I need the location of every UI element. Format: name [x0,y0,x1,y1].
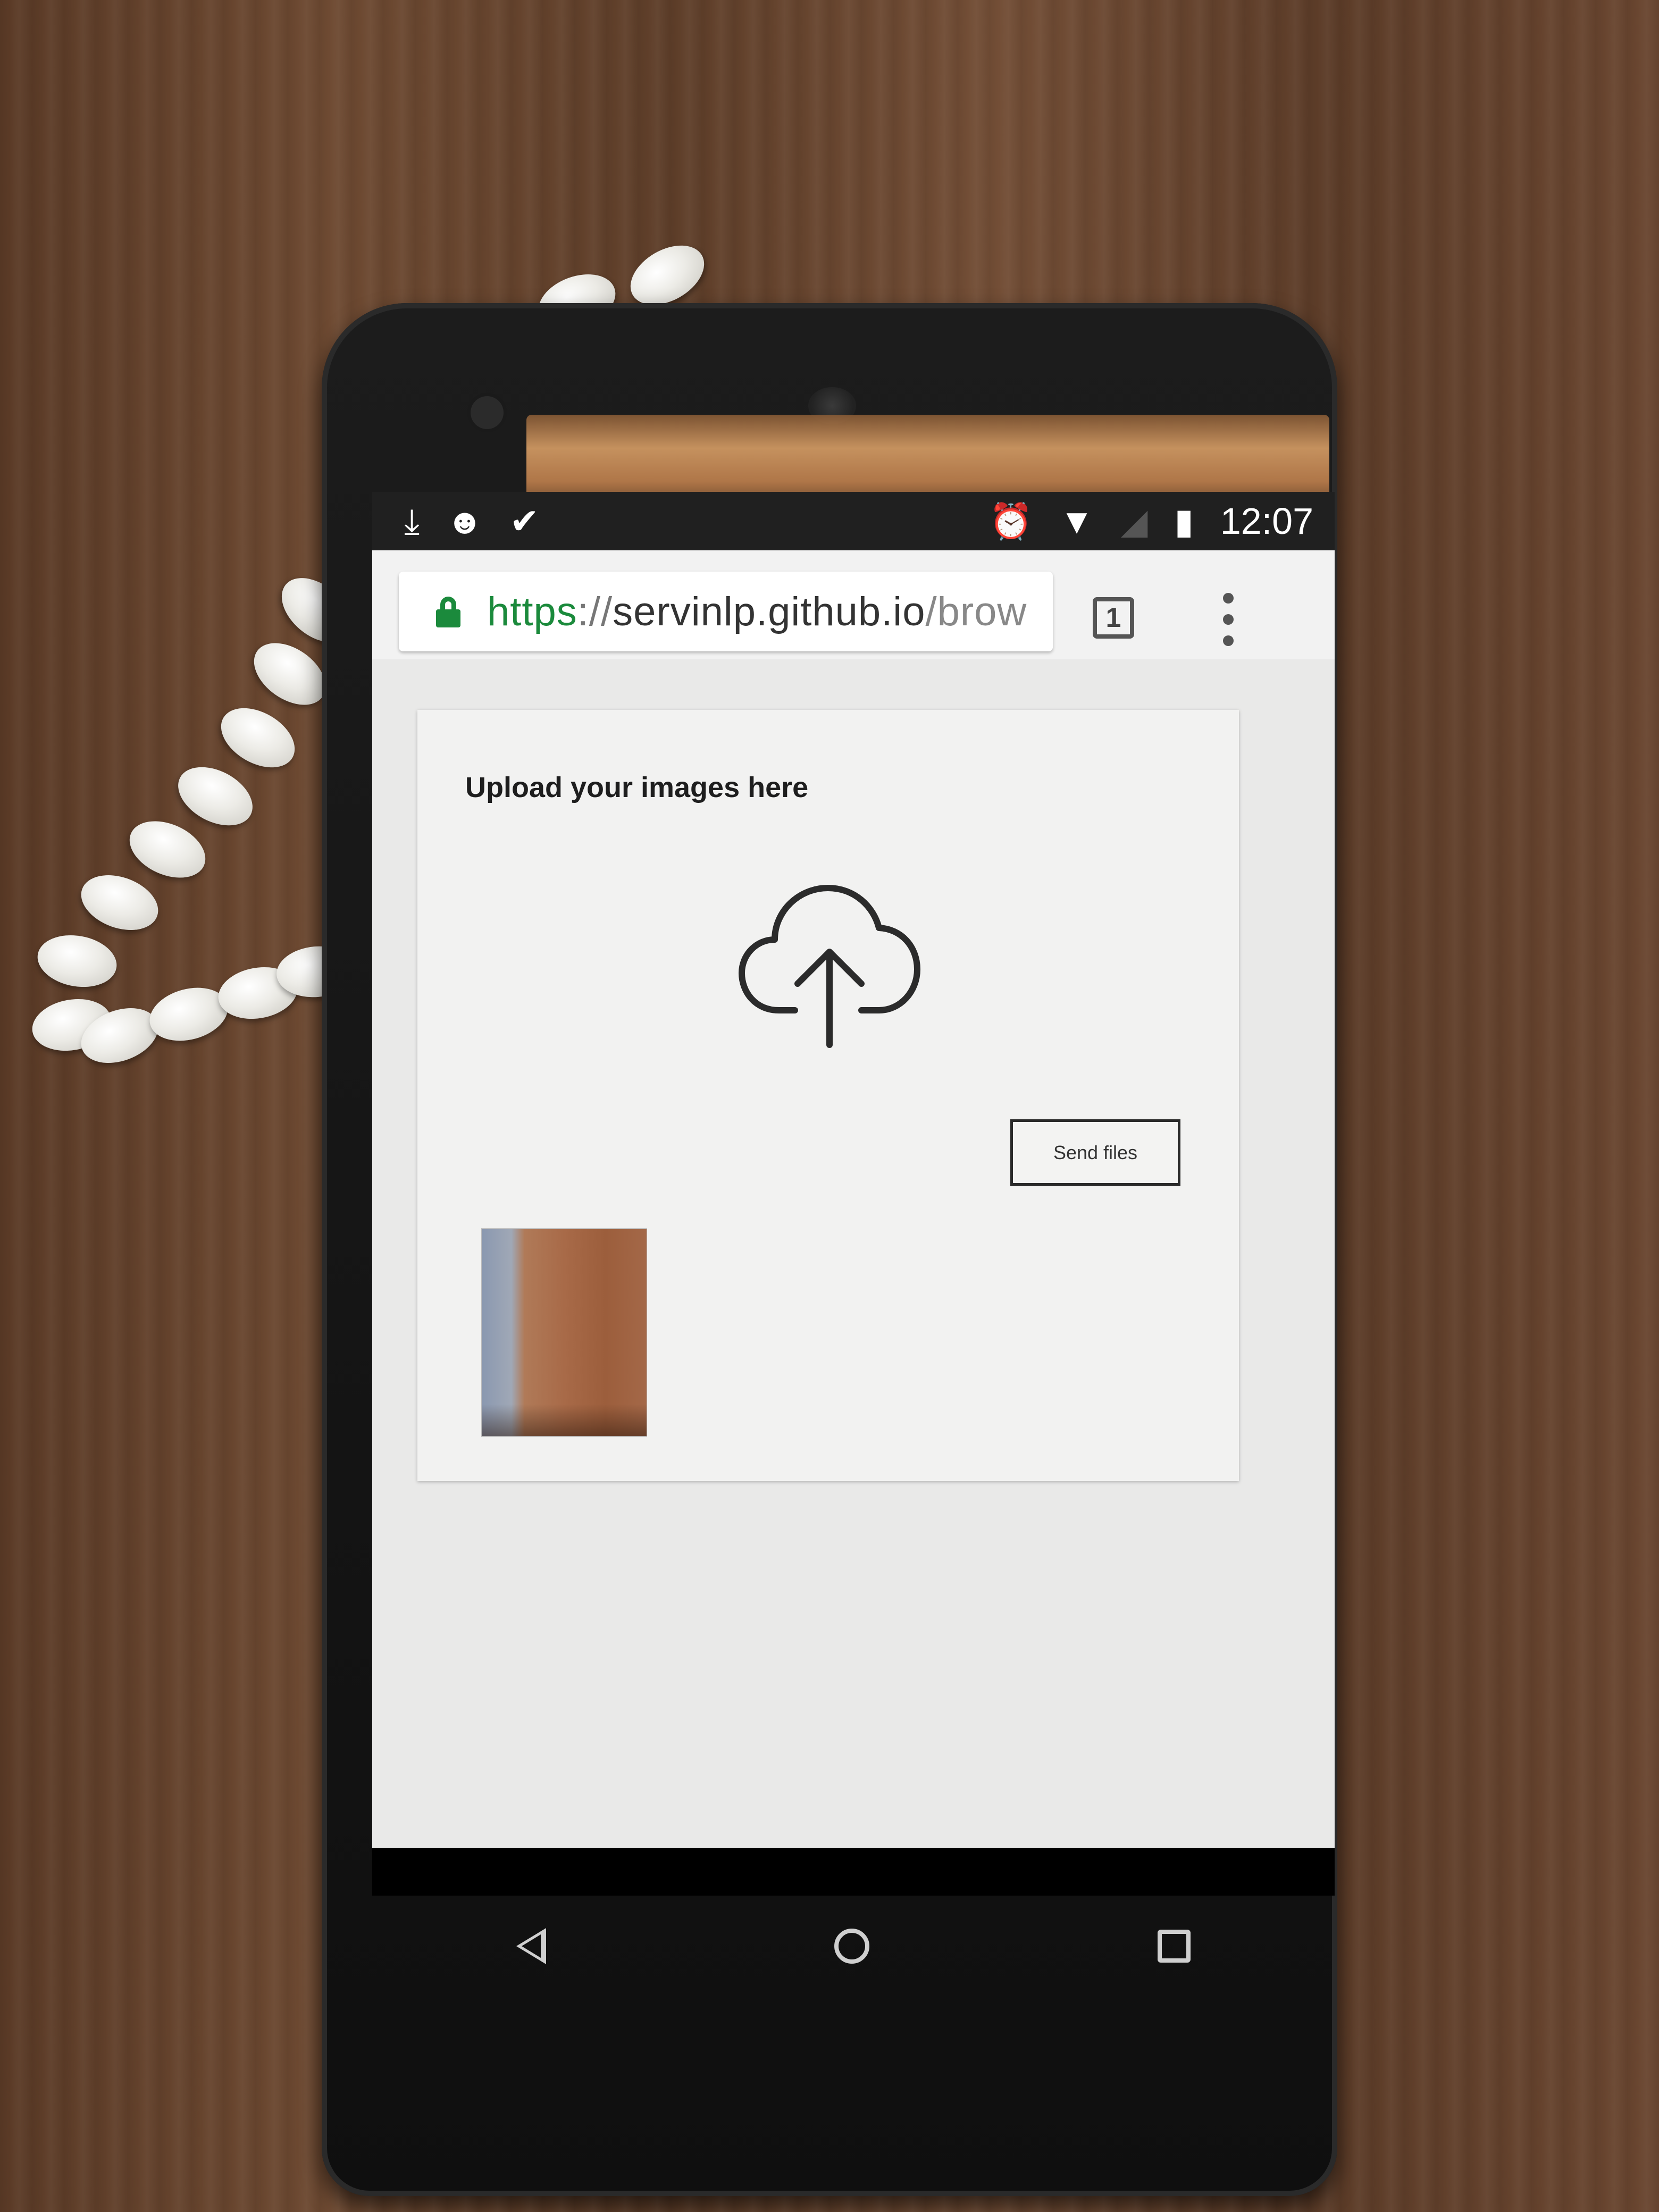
browser-toolbar: https://servinlp.github.io/brow 1 [372,550,1335,661]
cloud-upload-icon[interactable] [736,875,923,1050]
page-title: Upload your images here [465,772,809,803]
status-bar: ⤓ ☻ ✔ ⏰ ▼ ◢ ▮ 12:07 [372,492,1335,550]
phone-screen: ⤓ ☻ ✔ ⏰ ▼ ◢ ▮ 12:07 https://servinlp.git… [372,492,1335,1896]
status-time: 12:07 [1220,500,1313,542]
alarm-icon: ⏰ [989,501,1033,541]
back-icon[interactable] [516,1928,546,1964]
lock-icon [436,597,460,627]
menu-dot-icon [1223,593,1234,604]
image-thumbnail[interactable] [481,1228,647,1437]
download-icon: ⤓ [404,501,420,541]
recent-apps-icon[interactable] [1158,1930,1191,1963]
overflow-menu-button[interactable] [1218,593,1239,646]
menu-dot-icon [1223,635,1234,646]
url-text: https://servinlp.github.io/brow [487,589,1027,634]
page-content: Upload your images here Send files [372,659,1335,1848]
home-icon[interactable] [834,1929,869,1964]
upload-card: Upload your images here Send files [417,710,1239,1481]
navigation-bar [372,1896,1335,1997]
front-camera [471,396,504,429]
android-icon: ☻ [446,501,483,541]
url-bar[interactable]: https://servinlp.github.io/brow [399,572,1053,651]
menu-dot-icon [1223,614,1234,625]
screen-bottom-edge [372,1848,1335,1896]
send-files-button[interactable]: Send files [1010,1119,1180,1186]
signal-icon: ◢ [1120,501,1148,541]
checkmark-icon: ✔ [509,501,539,541]
wifi-icon: ▼ [1059,501,1094,541]
battery-icon: ▮ [1174,501,1194,541]
tab-switcher-button[interactable]: 1 [1093,597,1134,639]
